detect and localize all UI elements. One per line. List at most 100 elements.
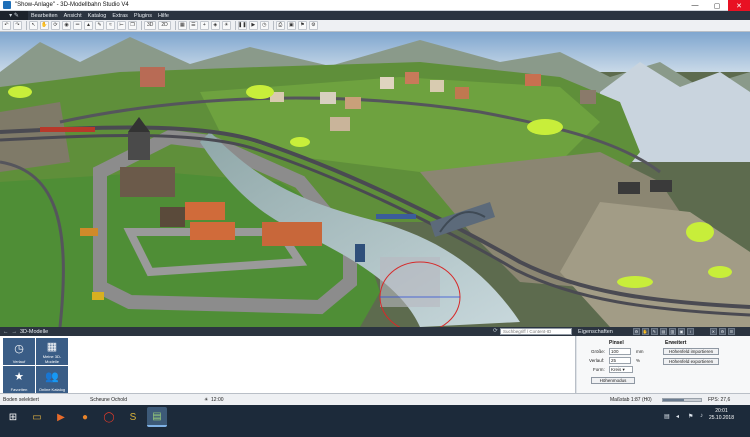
panel-menu-icon[interactable]: ☰ [727,328,735,335]
firefox-icon[interactable]: ● [75,407,95,427]
panel-close-icon[interactable]: ✕ [709,328,717,335]
menu-catalog[interactable]: Katalog [85,13,110,19]
start-icon[interactable]: ⊞ [3,407,23,427]
star-icon: ★ [14,371,24,384]
light-icon[interactable]: ☀ [221,21,231,30]
modellbahn-taskbar-icon[interactable]: ▤ [147,407,167,427]
models-panel: ◷ Verlauf ▦ Meine 3D-Modelle ★ Favoriten… [0,336,576,393]
barn [262,222,322,246]
height-mode-button[interactable]: Höhenmodus [591,377,635,384]
size-input[interactable]: 100 [609,348,631,355]
menu-extras[interactable]: Extras [109,13,131,19]
shape-select[interactable]: Kreis ▾ [609,366,633,373]
tray-speaker-icon[interactable]: ♪ [700,413,703,419]
tile-my-models[interactable]: ▦ Meine 3D-Modelle [36,338,68,365]
brush-section-title: Pinsel [609,340,624,346]
import-heightfield-button[interactable]: Höhenfeld importieren [663,348,719,355]
panel-settings-icon[interactable]: ⚙ [718,328,726,335]
falloff-unit: % [636,358,641,363]
properties-info-icon[interactable]: i [686,328,694,335]
tray-flag-icon[interactable]: ⚑ [688,413,693,420]
church [128,132,150,160]
grid-icon: ▦ [46,341,58,353]
copy-icon[interactable]: ❐ [128,21,137,30]
zoom-slider[interactable] [662,398,702,402]
status-scale: Maßstab 1:87 (H0) [610,397,652,403]
back-icon[interactable]: ← [3,329,9,335]
close-button[interactable]: ✕ [728,0,750,11]
properties-gear-icon[interactable]: ⚙ [632,328,640,335]
clock-date: 25.10.2018 [708,415,734,421]
maximize-button[interactable]: ▢ [706,0,728,11]
measure-icon[interactable]: ⊢ [117,21,126,30]
size-label: Größe: [591,349,606,354]
hand-icon[interactable]: ✋ [40,21,49,30]
export-heightfield-button[interactable]: Höhenfeld exportieren [663,358,719,365]
tile-favorites[interactable]: ★ Favoriten [3,366,35,393]
properties-layer-icon[interactable]: ▤ [659,328,667,335]
properties-image-icon[interactable]: ▣ [677,328,685,335]
menu-plugins[interactable]: Plugins [131,13,155,19]
status-object: Scheune Ochold [90,397,127,403]
properties-brush-icon[interactable]: ✎ [650,328,658,335]
menu-help[interactable]: Hilfe [155,13,172,19]
properties-panel-title: Eigenschaften [578,328,613,335]
terrain-icon[interactable]: ▲ [84,21,93,30]
models-panel-title: 3D-Modelle [20,328,49,335]
flag-icon[interactable]: ⚑ [297,21,307,30]
settings-icon[interactable]: ⚙ [308,21,318,30]
refresh-icon[interactable]: ⟳ [493,328,498,334]
tile-history[interactable]: ◷ Verlauf [3,338,35,365]
play-icon[interactable]: ▶ [248,21,258,30]
3d-viewport[interactable] [0,32,750,327]
tray-network-icon[interactable]: ▤ [664,413,670,420]
catalog-search-input[interactable]: Suchbegriff / Content-ID [500,328,572,335]
falloff-input[interactable]: 25 [609,357,631,364]
screenshot-icon[interactable]: ⎙ [275,21,285,30]
app-menu-button[interactable]: ▾ ✎ [0,11,28,20]
shape-label: Form: [593,367,605,372]
media-icon[interactable]: ▶ [51,407,71,427]
grid-icon[interactable]: ▦ [177,21,187,30]
paint-icon[interactable]: ✎ [95,21,104,30]
snap-icon[interactable]: ◈ [210,21,220,30]
status-time: 12:00 [211,397,224,403]
menu-edit[interactable]: Bearbeiten [28,13,61,19]
menu-view[interactable]: Ansicht [61,13,85,19]
taskbar-clock[interactable]: 20:01 25.10.2018 [709,408,734,422]
layers-icon[interactable]: ☰ [188,21,198,30]
pause-icon[interactable]: ❚❚ [237,21,247,30]
water-icon[interactable]: ≈ [106,21,115,30]
properties-panel: Pinsel Größe: 100 mm Verlauf: 25 % Form:… [577,336,750,393]
status-fps: FPS: 27,6 [708,397,731,403]
redo-icon[interactable]: ↷ [13,21,22,30]
explorer-icon[interactable]: ▭ [27,407,47,427]
zoom-slider-fill [663,399,684,401]
sun-icon: ☀ [204,397,209,403]
chevron-down-icon: ▾ [622,367,625,372]
select-icon[interactable]: ↖ [29,21,38,30]
camera-icon[interactable]: ◉ [62,21,71,30]
opera-icon[interactable]: ◯ [99,407,119,427]
tunnel-portal [618,182,640,194]
forward-icon[interactable]: → [12,329,18,335]
window-title: "Show-Anlage" - 3D-Modellbahn Studio V4 [15,2,129,8]
view-3d-button[interactable]: 3D [144,21,157,30]
tray-volume-icon[interactable]: ◂ [676,413,679,420]
minimize-button[interactable]: — [684,0,706,11]
view-2d-button[interactable]: 2D [158,21,171,30]
time-icon[interactable]: ◷ [259,21,269,30]
video-icon[interactable]: ▣ [286,21,296,30]
properties-chart-icon[interactable]: ▥ [668,328,676,335]
tile-online-catalog[interactable]: 👥 Online Katalog [36,366,68,393]
panel-header-bar: ← → 3D-Modelle ⟳ Suchbegriff / Content-I… [0,327,750,336]
properties-hand-icon[interactable]: ✋ [641,328,649,335]
taskbar: ⊞ ▭ ▶ ● ◯ S ▤ ▤ ◂ ⚑ ♪ 20:01 25.10.2018 [0,405,750,437]
app-s-icon[interactable]: S [123,407,143,427]
rotate-icon[interactable]: ⟳ [51,21,60,30]
clock-icon: ◷ [14,343,24,356]
undo-icon[interactable]: ↶ [2,21,11,30]
track-icon[interactable]: ═ [73,21,82,30]
clock-time: 20:01 [715,408,728,414]
zoom-in-icon[interactable]: + [199,21,209,30]
